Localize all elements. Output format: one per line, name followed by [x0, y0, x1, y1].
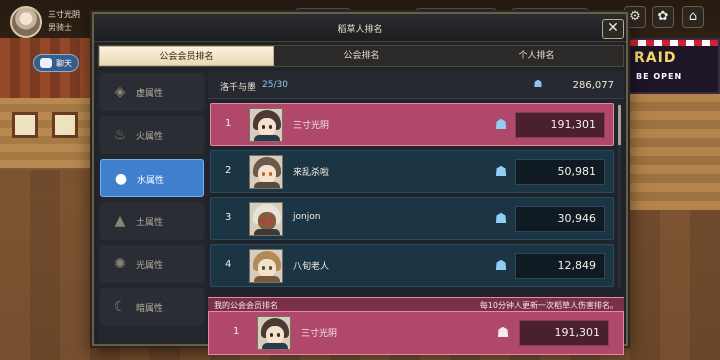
guild-name: 洛千与墨: [220, 83, 257, 93]
member-name: 八旬老人: [293, 262, 330, 272]
building-window: [12, 112, 38, 138]
chat-bubble-icon: [40, 58, 52, 68]
flame-icon: ♨: [113, 127, 127, 143]
sidebar-item-label: 虚属性: [136, 89, 164, 99]
ranking-row[interactable]: 3 jonjon ☗ 30,946: [210, 197, 614, 240]
building-window: [52, 112, 78, 138]
sidebar-item-water[interactable]: ● 水属性: [100, 159, 204, 197]
settings-gear-icon[interactable]: ✿: [652, 6, 674, 28]
home-icon[interactable]: ⌂: [682, 6, 704, 28]
rank-number: 1: [225, 118, 232, 129]
banner-subtitle: BE OPEN: [636, 72, 683, 81]
character-portrait: [249, 155, 283, 189]
ranking-row[interactable]: 4 八旬老人 ☗ 12,849: [210, 244, 614, 287]
moon-icon: ☾: [113, 299, 127, 315]
right-building-wall: [625, 90, 720, 210]
member-name: 三寸光阴: [293, 121, 330, 131]
player-avatar[interactable]: [10, 6, 42, 38]
guild-total-damage: 286,077: [572, 80, 614, 91]
scarecrow-icon: ☗: [494, 211, 508, 227]
ranking-scrollbar[interactable]: [618, 103, 621, 289]
my-rank-row[interactable]: 1 三寸光阴 ☗ 191,301: [208, 311, 624, 355]
damage-value: 12,849: [515, 253, 605, 279]
scrollbar-thumb[interactable]: [618, 105, 621, 145]
guild-member-count: 25/30: [262, 80, 288, 90]
chat-label: 聊天: [56, 59, 72, 68]
sun-icon: ✺: [114, 256, 126, 272]
banner-strip: [630, 40, 718, 46]
sidebar-item-dark[interactable]: ☾ 暗属性: [100, 288, 204, 326]
mountain-icon: ▲: [114, 213, 126, 229]
character-portrait: [249, 202, 283, 236]
ranking-content: 洛千与墨 25/30 ☗ 286,077 1 三寸光阴 ☗ 191,301 2 …: [208, 71, 624, 355]
player-info[interactable]: 三寸光阴 男骑士: [10, 6, 96, 38]
sidebar-item-label: 土属性: [136, 218, 164, 228]
damage-value: 50,981: [515, 159, 605, 185]
member-name: 三寸光阴: [301, 329, 338, 339]
tab-personal-ranking[interactable]: 个人排名: [449, 46, 624, 66]
sidebar-item-label: 火属性: [136, 132, 164, 142]
scarecrow-icon: ☗: [494, 117, 508, 133]
character-portrait: [257, 316, 291, 350]
close-button[interactable]: ✕: [602, 19, 624, 39]
update-note: 每10分钟人更新一次稻草人伤害排名。: [479, 301, 618, 310]
scarecrow-icon: ☗: [494, 164, 508, 180]
sidebar-item-light[interactable]: ✺ 光属性: [100, 245, 204, 283]
ranking-tabs: 公会会员排名 公会排名 个人排名: [98, 45, 624, 67]
ranking-list[interactable]: 1 三寸光阴 ☗ 191,301 2 来乱杀啦 ☗ 50,981 3 jonjo…: [208, 103, 620, 289]
sidebar-item-fire[interactable]: ♨ 火属性: [100, 116, 204, 154]
rank-number: 4: [225, 259, 232, 270]
modal-title: 稻草人排名: [337, 25, 383, 35]
modal-header: 稻草人排名 ✕: [94, 14, 626, 42]
scarecrow-icon: ☗: [533, 79, 543, 90]
water-drop-icon: ●: [114, 171, 128, 187]
sidebar-item-earth[interactable]: ▲ 土属性: [100, 202, 204, 240]
player-name: 三寸光阴: [48, 10, 80, 19]
damage-value: 191,301: [515, 112, 605, 138]
ranking-row[interactable]: 1 三寸光阴 ☗ 191,301: [210, 103, 614, 146]
rank-number: 2: [225, 165, 232, 176]
tab-guild-ranking[interactable]: 公会排名: [274, 46, 449, 66]
player-class: 男骑士: [48, 23, 72, 32]
scarecrow-icon: ☗: [494, 258, 508, 274]
character-portrait: [249, 108, 283, 142]
member-name: jonjon: [293, 212, 321, 222]
sidebar-item-label: 水属性: [137, 176, 165, 186]
sidebar-item-label: 光属性: [136, 261, 164, 271]
banner-title: RAID: [634, 50, 677, 66]
ranking-row[interactable]: 2 来乱杀啦 ☗ 50,981: [210, 150, 614, 193]
element-sidebar: ◈ 虚属性 ♨ 火属性 ● 水属性 ▲ 土属性 ✺ 光属性 ☾ 暗属性: [98, 71, 206, 344]
rank-number: 3: [225, 212, 232, 223]
rank-number: 1: [233, 326, 240, 337]
scarecrow-icon: ☗: [496, 325, 510, 341]
tab-guild-member-ranking[interactable]: 公会会员排名: [99, 46, 274, 66]
event-banner[interactable]: RAID BE OPEN: [628, 38, 720, 94]
chat-button[interactable]: 聊天: [33, 54, 79, 72]
damage-value: 191,301: [519, 320, 609, 346]
member-name: 来乱杀啦: [293, 168, 330, 178]
ranking-modal: 稻草人排名 ✕ 公会会员排名 公会排名 个人排名 ◈ 虚属性 ♨ 火属性 ● 水…: [92, 12, 628, 355]
my-rank-header: 我的公会会员排名 每10分钟人更新一次稻草人伤害排名。: [208, 297, 624, 311]
sidebar-item-void[interactable]: ◈ 虚属性: [100, 73, 204, 111]
character-portrait: [249, 249, 283, 283]
sidebar-item-label: 暗属性: [136, 304, 164, 314]
damage-value: 30,946: [515, 206, 605, 232]
diamond-icon: ◈: [114, 84, 126, 100]
guild-summary: 洛千与墨 25/30 ☗ 286,077: [208, 71, 624, 99]
my-rank-title: 我的公会会员排名: [214, 301, 278, 310]
